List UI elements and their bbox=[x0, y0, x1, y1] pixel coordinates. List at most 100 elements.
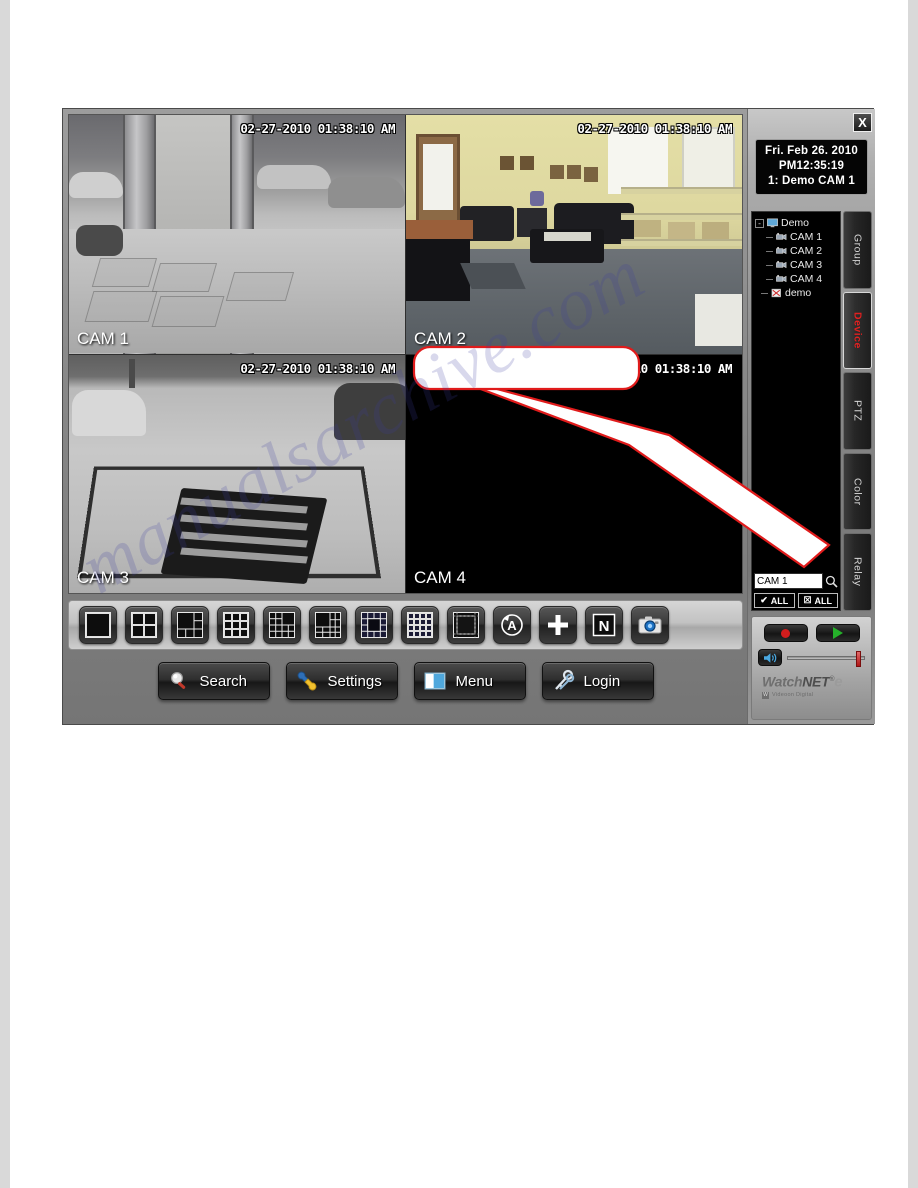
tree-node-cam-1[interactable]: CAM 1 bbox=[755, 230, 838, 244]
tree-node-cam-3-label: CAM 3 bbox=[790, 259, 823, 271]
speaker-icon bbox=[763, 652, 776, 663]
record-button[interactable] bbox=[763, 624, 808, 642]
menu-button[interactable]: Menu bbox=[413, 662, 526, 700]
transport-buttons bbox=[758, 624, 865, 642]
grid-full-icon bbox=[453, 612, 479, 638]
snapshot-button[interactable] bbox=[631, 606, 669, 644]
monitor-icon bbox=[767, 218, 778, 228]
uncheck-all-label: ALL bbox=[814, 595, 833, 606]
brand-tagline-row: W Videoon Digital bbox=[762, 691, 865, 699]
clock-channel: 1: Demo CAM 1 bbox=[768, 175, 855, 187]
magnifier-icon bbox=[825, 575, 838, 588]
settings-button[interactable]: Settings bbox=[285, 662, 398, 700]
grid-10-icon bbox=[315, 612, 341, 638]
settings-button-label: Settings bbox=[327, 672, 382, 690]
tree-node-cam-3[interactable]: CAM 3 bbox=[755, 258, 838, 272]
device-search-row bbox=[752, 571, 840, 591]
camera-label-3: CAM 3 bbox=[77, 568, 129, 587]
video-grid: 02-27-2010 01:38:10 AM CAM 1 02-27-2010 … bbox=[68, 114, 831, 594]
cross-box-icon: ☒ bbox=[803, 595, 812, 605]
camera-icon bbox=[776, 260, 787, 269]
camera-label-2: CAM 2 bbox=[414, 328, 466, 348]
tree-line bbox=[761, 292, 768, 294]
expander-icon[interactable]: - bbox=[755, 218, 764, 228]
camera-icon bbox=[776, 232, 787, 241]
brand-name: WatchNET®e bbox=[762, 672, 865, 690]
grid-8-icon bbox=[269, 612, 295, 638]
tab-relay[interactable]: Relay bbox=[843, 533, 872, 611]
dvr-application-window: 02-27-2010 01:38:10 AM CAM 1 02-27-2010 … bbox=[62, 108, 875, 725]
login-button[interactable]: Login bbox=[541, 662, 654, 700]
close-icon[interactable]: X bbox=[853, 113, 872, 132]
check-all-label: ALL bbox=[770, 595, 789, 606]
record-dot-icon bbox=[781, 628, 790, 638]
camera-timestamp-1: 02-27-2010 01:38:10 AM bbox=[240, 121, 395, 136]
brand-tagline: Videoon Digital bbox=[772, 692, 814, 699]
layout-1ch-button[interactable] bbox=[79, 606, 117, 644]
camera-scene-4 bbox=[406, 354, 742, 593]
brand-name-part1: Watch bbox=[762, 673, 803, 690]
side-panel: X Fri. Feb 26. 2010 PM12:35:19 1: Demo C… bbox=[747, 109, 875, 724]
camera-pane-2[interactable]: 02-27-2010 01:38:10 AM CAM 2 bbox=[406, 115, 742, 354]
camera-timestamp-2: 02-27-2010 01:38:10 AM bbox=[577, 121, 732, 136]
broken-image-icon bbox=[771, 288, 781, 298]
window-icon bbox=[424, 672, 445, 690]
grid-9-icon bbox=[223, 612, 249, 638]
tree-node-cam-4-label: CAM 4 bbox=[790, 273, 823, 285]
page-edge-left bbox=[0, 0, 10, 1188]
layout-8ch-button[interactable] bbox=[263, 606, 301, 644]
layout-full-button[interactable] bbox=[447, 606, 485, 644]
clock-date: Fri. Feb 26. 2010 bbox=[765, 145, 858, 157]
play-button[interactable] bbox=[815, 624, 860, 642]
select-all-row: ✔ ALL ☒ ALL bbox=[752, 591, 840, 610]
volume-slider[interactable] bbox=[787, 650, 865, 667]
layout-4ch-button[interactable] bbox=[125, 606, 163, 644]
clock-time: PM12:35:19 bbox=[778, 160, 845, 172]
check-all-button[interactable]: ✔ ALL bbox=[754, 593, 795, 608]
camera-pane-3[interactable]: 02-27-2010 01:38:10 AM CAM 3 bbox=[69, 354, 405, 593]
tree-node-cam-4[interactable]: CAM 4 bbox=[755, 272, 838, 286]
camera-icon bbox=[776, 246, 787, 255]
tab-device[interactable]: Device bbox=[843, 291, 872, 370]
tree-node-root-label: Demo bbox=[781, 217, 810, 229]
tree-node-root[interactable]: - Demo bbox=[755, 216, 838, 230]
auto-sequence-button[interactable]: A bbox=[493, 606, 531, 644]
search-button[interactable]: Search bbox=[157, 662, 270, 700]
transport-control-deck: WatchNET®e W Videoon Digital bbox=[751, 616, 872, 720]
camera-timestamp-3: 02-27-2010 01:38:10 AM bbox=[240, 360, 395, 376]
status-clock-display: Fri. Feb 26. 2010 PM12:35:19 1: Demo CAM… bbox=[755, 139, 868, 195]
camera-label-4: CAM 4 bbox=[414, 568, 466, 587]
keys-icon bbox=[554, 669, 574, 690]
volume-slider-thumb[interactable] bbox=[856, 650, 861, 667]
brand-mark-icon: W bbox=[762, 691, 769, 699]
action-button-bar: Search Settings Menu Login bbox=[68, 658, 743, 704]
layout-13ch-button[interactable] bbox=[355, 606, 393, 644]
add-channel-button[interactable] bbox=[539, 606, 577, 644]
grid-6-icon bbox=[177, 612, 203, 638]
brand-suffix: e bbox=[834, 673, 843, 691]
layout-10ch-button[interactable] bbox=[309, 606, 347, 644]
plus-icon bbox=[548, 615, 568, 635]
tree-node-cam-2[interactable]: CAM 2 bbox=[755, 244, 838, 258]
tab-group[interactable]: Group bbox=[843, 211, 872, 289]
layout-16ch-button[interactable] bbox=[401, 606, 439, 644]
camera-pane-4[interactable]: 02-27-2010 01:38:10 AM CAM 4 bbox=[406, 354, 742, 593]
normal-mode-button[interactable]: N bbox=[585, 606, 623, 644]
tab-color[interactable]: Color bbox=[843, 452, 872, 531]
uncheck-all-button[interactable]: ☒ ALL bbox=[797, 593, 838, 608]
tree-node-cam-1-label: CAM 1 bbox=[790, 231, 823, 243]
side-tab-strip: Group Device PTZ Color Relay bbox=[841, 211, 872, 611]
tree-line bbox=[766, 278, 773, 280]
camera-pane-1[interactable]: 02-27-2010 01:38:10 AM CAM 1 bbox=[69, 115, 405, 354]
tree-node-demo[interactable]: demo bbox=[755, 286, 838, 300]
layout-6ch-button[interactable] bbox=[171, 606, 209, 644]
camera-timestamp-4: 02-27-2010 01:38:10 AM bbox=[577, 360, 732, 376]
search-submit-button[interactable] bbox=[825, 573, 838, 589]
tab-ptz[interactable]: PTZ bbox=[843, 372, 872, 450]
auto-rotate-icon: A bbox=[501, 614, 523, 636]
layout-9ch-button[interactable] bbox=[217, 606, 255, 644]
letter-n-icon: N bbox=[592, 613, 616, 637]
search-input[interactable] bbox=[754, 573, 823, 589]
video-and-controls-column: 02-27-2010 01:38:10 AM CAM 1 02-27-2010 … bbox=[63, 109, 831, 724]
mute-button[interactable] bbox=[758, 649, 782, 666]
